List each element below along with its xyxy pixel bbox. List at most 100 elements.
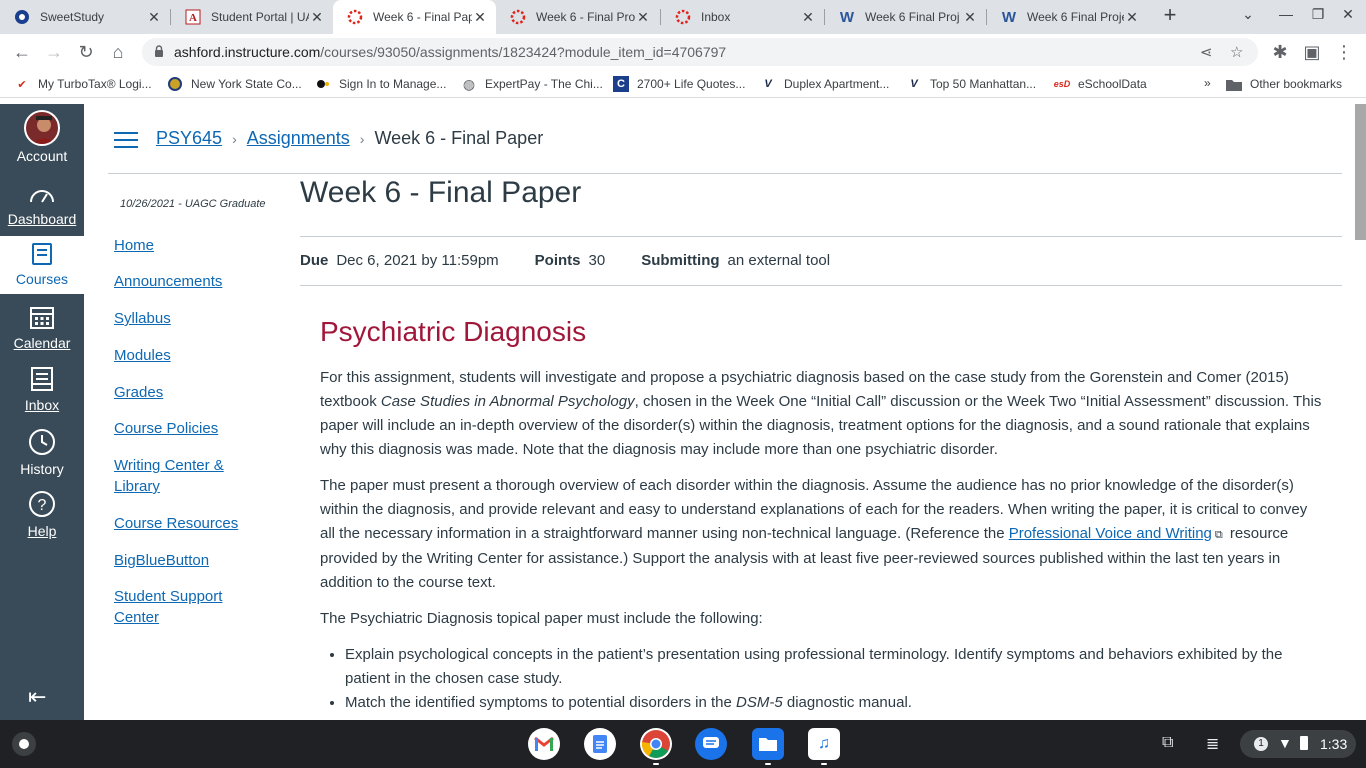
nys-seal-icon [167,76,183,92]
tab-week6-final-project[interactable]: Week 6 - Final Pro ✕ [496,0,659,34]
back-icon[interactable]: ← [10,40,34,64]
home-icon[interactable]: ⌂ [106,40,130,64]
nav-calendar[interactable]: Calendar [0,304,84,354]
bookmarks-bar: ✔ My TurboTax® Logi... New York State Co.… [0,70,1366,98]
tab-inbox[interactable]: Inbox ✕ [661,0,824,34]
running-indicator [821,763,827,765]
address-bar[interactable]: ashford.instructure.com/courses/93050/as… [142,38,1258,66]
course-nav-student-support[interactable]: Student Support Center [114,586,254,628]
clipboard-icon[interactable]: ≣ [1206,734,1219,754]
collapse-nav-icon[interactable]: ⇤ [28,684,46,710]
dashboard-icon [30,190,54,203]
nav-label: Help [27,523,57,539]
professional-voice-link[interactable]: Professional Voice and Writing [1009,525,1212,542]
bookmark-sign-in[interactable]: Sign In to Manage... [315,76,446,92]
bookmark-label: New York State Co... [191,77,302,91]
dots-logo-icon [315,76,331,92]
course-nav-announcements[interactable]: Announcements [114,271,254,292]
url-text: ashford.instructure.com/courses/93050/as… [174,44,726,60]
nav-help[interactable]: ? Help [0,490,84,540]
launcher-icon[interactable] [12,732,36,756]
course-nav-course-policies[interactable]: Course Policies [114,418,254,439]
close-tab-icon[interactable]: ✕ [146,9,162,26]
new-tab-button[interactable]: + [1158,4,1182,28]
tab-search-icon[interactable]: ⌄ [1238,6,1258,23]
messages-icon[interactable] [695,728,727,760]
chrome-icon[interactable] [640,728,672,760]
close-tab-icon[interactable]: ✕ [635,9,651,26]
breadcrumb-course-link[interactable]: PSY645 [156,128,222,149]
quotes-site-icon: C [613,76,629,92]
bookmark-duplex[interactable]: V Duplex Apartment... [760,76,889,92]
reload-icon[interactable]: ↻ [74,40,98,64]
tab-sweetstudy[interactable]: SweetStudy ✕ [0,0,170,34]
course-nav-writing-center[interactable]: Writing Center & Library [114,455,254,497]
bookmark-eschooldata[interactable]: esD eSchoolData [1054,76,1147,92]
holding-space-icon[interactable]: ⧉ [1162,734,1173,752]
nav-label: History [20,461,64,477]
status-tray[interactable]: 1 ▼ 1:33 [1240,730,1356,758]
course-nav-syllabus[interactable]: Syllabus [114,308,254,329]
course-nav-grades[interactable]: Grades [114,382,254,403]
close-tab-icon[interactable]: ✕ [1124,9,1140,26]
esd-logo-icon: esD [1053,79,1071,89]
tab-student-portal[interactable]: A Student Portal | UA ✕ [171,0,333,34]
tab-word-doc-2[interactable]: W Week 6 Final Proje ✕ [987,0,1148,34]
hamburger-menu-icon[interactable] [114,132,138,150]
nav-history[interactable]: History [0,428,84,478]
nav-courses[interactable]: Courses [0,236,84,294]
text-run: Match the identified symptoms to potenti… [345,694,737,711]
bookmark-life-quotes[interactable]: C 2700+ Life Quotes... [613,76,745,92]
submitting-value: an external tool [727,252,831,269]
bookmark-manhattan[interactable]: V Top 50 Manhattan... [906,76,1036,92]
bookmark-star-icon[interactable]: ☆ [1230,43,1243,61]
browser-toolbar: ← → ↻ ⌂ ashford.instructure.com/courses/… [0,34,1366,70]
tab-title: Week 6 - Final Pro [536,10,635,24]
docs-icon[interactable] [584,728,616,760]
nav-dashboard[interactable]: Dashboard [0,184,84,232]
course-nav-modules[interactable]: Modules [114,345,254,366]
nav-inbox[interactable]: Inbox [0,366,84,416]
breadcrumb-assignments-link[interactable]: Assignments [247,128,350,149]
tab-title: Student Portal | UA [211,10,309,24]
running-indicator [765,763,771,765]
close-tab-icon[interactable]: ✕ [800,9,816,26]
notification-count: 1 [1254,737,1268,751]
nav-account[interactable]: Account [0,110,84,172]
restore-icon[interactable]: ❐ [1308,6,1328,23]
tab-word-doc-1[interactable]: W Week 6 Final Proj ✕ [825,0,986,34]
side-panel-icon[interactable]: ▣ [1300,40,1324,64]
assignment-details: Due Dec 6, 2021 by 11:59pm Points 30 Submi… [300,252,830,269]
more-bookmarks-button[interactable]: » [1204,76,1211,90]
course-nav-home[interactable]: Home [114,235,254,256]
term-label: 10/26/2021 - UAGC Graduate [120,198,266,210]
breadcrumb-trail: PSY645 › Assignments › Week 6 - Final Pa… [156,128,543,149]
divider [300,236,1342,237]
files-icon[interactable] [752,728,784,760]
bookmark-turbotax[interactable]: ✔ My TurboTax® Logi... [14,76,151,92]
os-shelf: ♫ ⧉ ≣ 1 ▼ 1:33 [0,720,1366,768]
page-title: Week 6 - Final Paper [300,176,582,209]
close-tab-icon[interactable]: ✕ [309,9,325,26]
forward-icon[interactable]: → [42,40,66,64]
extensions-icon[interactable]: ✱ [1268,40,1292,64]
scrollbar-thumb[interactable] [1355,104,1366,240]
bookmark-nys[interactable]: New York State Co... [167,76,302,92]
course-nav-bigbluebutton[interactable]: BigBlueButton [114,550,254,571]
bookmark-expertpay[interactable]: ◍ ExpertPay - The Chi... [461,76,603,92]
course-nav-course-resources[interactable]: Course Resources [114,513,254,534]
share-icon[interactable]: ⋖ [1200,43,1213,61]
menu-icon[interactable]: ⋮ [1332,40,1356,64]
minimize-icon[interactable]: — [1276,6,1296,22]
close-window-icon[interactable]: ✕ [1338,6,1358,23]
tab-week6-final-paper[interactable]: Week 6 - Final Pap ✕ [333,0,496,34]
close-tab-icon[interactable]: ✕ [472,9,488,26]
paragraph-1: For this assignment, students will inves… [320,366,1325,462]
paragraph-2: The paper must present a thorough overvi… [320,474,1325,595]
close-tab-icon[interactable]: ✕ [962,9,978,26]
gmail-icon[interactable] [528,728,560,760]
more-bookmarks-label: » [1204,76,1211,90]
due-date: Due Dec 6, 2021 by 11:59pm [300,252,499,269]
music-icon[interactable]: ♫ [808,728,840,760]
other-bookmarks-folder[interactable]: Other bookmarks [1226,76,1342,92]
